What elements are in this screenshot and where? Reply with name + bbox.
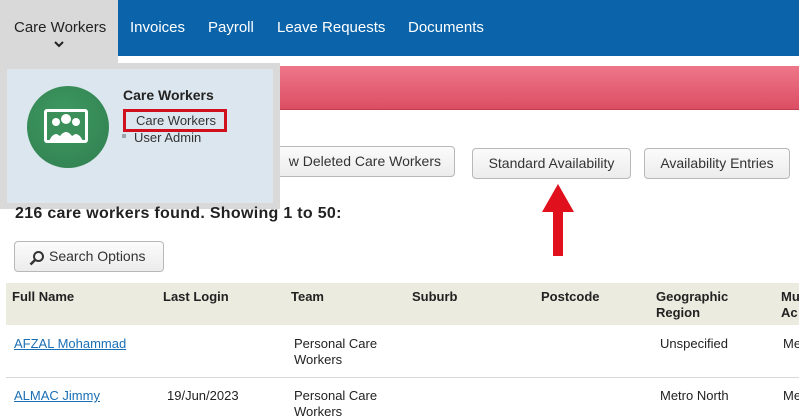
dropdown-panel: Care Workers Care Workers User Admin [7, 69, 273, 203]
row-1-name-link[interactable]: AFZAL Mohammad [14, 336, 126, 352]
search-options-label: Search Options [49, 248, 146, 264]
nav-documents[interactable]: Documents [408, 0, 484, 56]
red-arrow-annotation [542, 184, 574, 256]
col-last-login[interactable]: Last Login [163, 289, 229, 305]
nav-care-workers-label: Care Workers [14, 19, 107, 36]
row-1-team-line1: Personal Care [294, 336, 378, 351]
row-1-extra: Me [783, 336, 799, 351]
row-2-name-link[interactable]: ALMAC Jimmy [14, 388, 100, 404]
row-2-region: Metro North [660, 388, 729, 403]
availability-entries-button[interactable]: Availability Entries [644, 148, 790, 179]
bullet-icon [122, 134, 126, 138]
row-1-team-line2: Workers [294, 352, 343, 367]
nav-care-workers[interactable]: Care Workers [0, 0, 118, 65]
dropdown-care-workers-label: Care Workers [136, 113, 216, 128]
alert-banner [270, 66, 799, 110]
col-truncated[interactable]: Mu Ac [781, 289, 799, 321]
col-suburb[interactable]: Suburb [412, 289, 458, 305]
col-region-label: Region [656, 305, 701, 320]
col-full-name[interactable]: Full Name [12, 289, 74, 305]
results-summary: 216 care workers found. Showing 1 to 50: [15, 205, 342, 222]
col-team[interactable]: Team [291, 289, 324, 305]
row-2-team-line2: Workers [294, 404, 343, 418]
row-1-team: Personal Care Workers [294, 336, 377, 368]
nav-payroll[interactable]: Payroll [208, 0, 254, 56]
standard-availability-button[interactable]: Standard Availability [472, 148, 631, 179]
search-options-button[interactable]: Search Options [14, 241, 164, 272]
row-2-extra: Me [783, 388, 799, 403]
row-2-last-login: 19/Jun/2023 [167, 388, 239, 403]
row-2-team: Personal Care Workers [294, 388, 377, 418]
people-group-icon [27, 86, 109, 168]
row-divider [6, 377, 799, 378]
magnifier-icon [29, 251, 44, 266]
col-ac-label: Ac [781, 305, 798, 320]
col-postcode[interactable]: Postcode [541, 289, 600, 305]
row-2-team-line1: Personal Care [294, 388, 378, 403]
nav-leave-requests[interactable]: Leave Requests [277, 0, 385, 56]
nav-invoices[interactable]: Invoices [130, 0, 185, 56]
view-deleted-care-workers-button[interactable]: w Deleted Care Workers [250, 146, 455, 177]
chevron-down-icon [54, 41, 64, 48]
col-mu-label: Mu [781, 289, 799, 304]
col-geographic-label: Geographic [656, 289, 729, 304]
top-navigation-bar: Care Workers Invoices Payroll Leave Requ… [0, 0, 799, 65]
dropdown-user-admin-link[interactable]: User Admin [134, 130, 201, 145]
dropdown-heading: Care Workers [123, 87, 214, 103]
table-header: Full Name Last Login Team Suburb Postcod… [6, 283, 799, 325]
care-workers-dropdown: Care Workers Care Workers User Admin [0, 63, 280, 209]
col-geographic-region[interactable]: Geographic Region [656, 289, 728, 321]
row-1-region: Unspecified [660, 336, 728, 351]
dropdown-care-workers-link[interactable]: Care Workers [123, 109, 227, 132]
